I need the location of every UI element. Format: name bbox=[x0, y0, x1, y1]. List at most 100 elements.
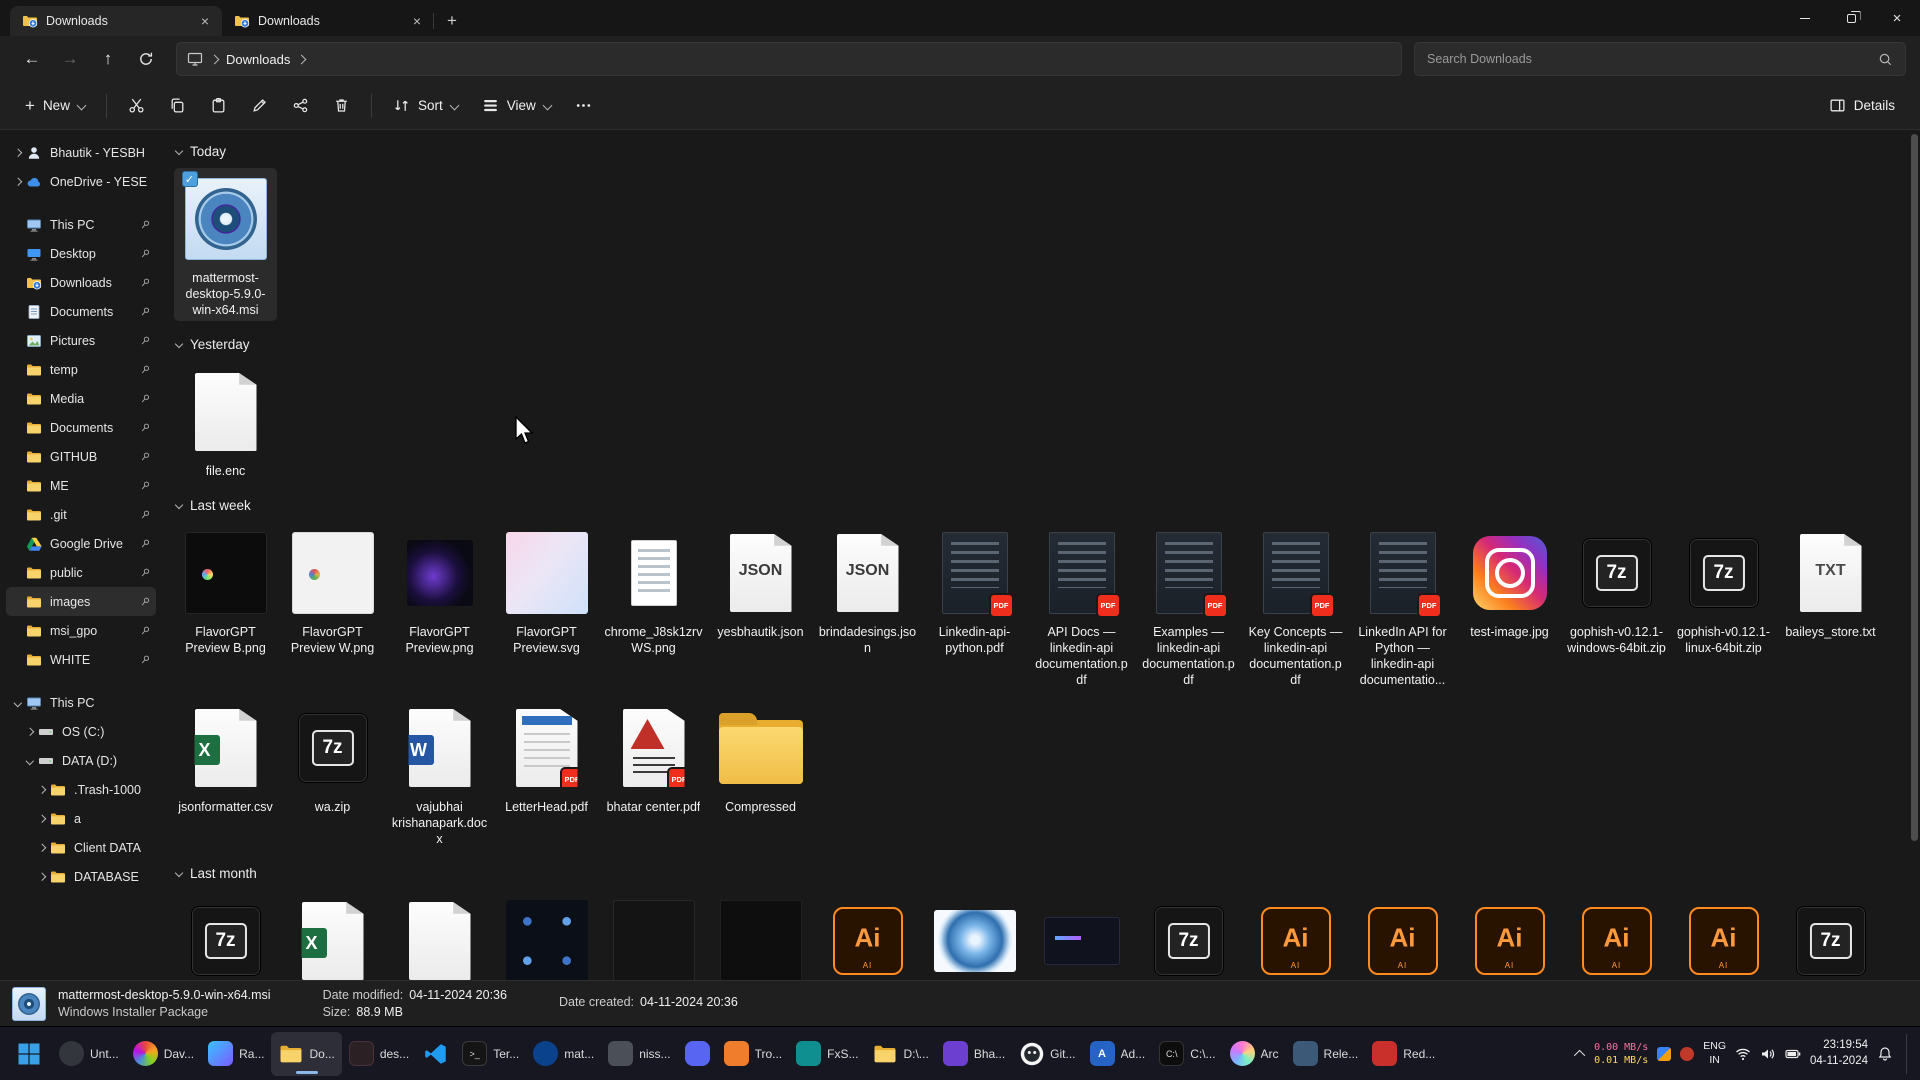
file-tile[interactable]: vajubhai krishanapark.docx bbox=[388, 697, 491, 850]
tab-close-icon[interactable]: × bbox=[408, 12, 426, 30]
pin-icon[interactable] bbox=[138, 596, 152, 607]
taskbar-app-terminal[interactable]: Ter... bbox=[455, 1032, 526, 1076]
file-tile[interactable]: wa.zip bbox=[281, 697, 384, 850]
file-tile[interactable]: brindadesings.json bbox=[816, 522, 919, 691]
chevron-right-icon[interactable] bbox=[10, 179, 25, 185]
new-button[interactable]: + New bbox=[14, 88, 96, 124]
file-tile[interactable]: BHAUTIK.png bbox=[1030, 890, 1133, 980]
view-button[interactable]: View bbox=[471, 88, 562, 124]
file-tile[interactable]: AdobeStock_594399656 [Converted].ai bbox=[816, 890, 919, 980]
sidebar-item-public[interactable]: public bbox=[6, 558, 156, 587]
paste-button[interactable] bbox=[199, 88, 238, 124]
chevron-down-icon[interactable] bbox=[10, 700, 25, 706]
sidebar-item-this-pc[interactable]: This PC bbox=[6, 688, 156, 717]
file-tile[interactable]: AdobeStock_594399656.ai bbox=[1672, 890, 1775, 980]
delete-button[interactable] bbox=[322, 88, 361, 124]
pin-icon[interactable] bbox=[138, 306, 152, 317]
scrollbar-thumb[interactable] bbox=[1911, 134, 1918, 841]
taskbar-app-github[interactable]: Git... bbox=[1012, 1032, 1082, 1076]
pin-icon[interactable] bbox=[138, 219, 152, 230]
sidebar-item-documents[interactable]: Documents bbox=[6, 297, 156, 326]
cut-button[interactable] bbox=[117, 88, 156, 124]
pin-icon[interactable] bbox=[138, 509, 152, 520]
sidebar-item-github[interactable]: GITHUB bbox=[6, 442, 156, 471]
pin-icon[interactable] bbox=[138, 538, 152, 549]
taskbar-app-fxs[interactable]: FxS... bbox=[789, 1032, 865, 1076]
scrollbar[interactable] bbox=[1911, 134, 1918, 976]
selection-checkbox[interactable]: ✓ bbox=[182, 171, 198, 187]
sidebar-item-downloads[interactable]: Downloads bbox=[6, 268, 156, 297]
file-tile[interactable]: DOCUMENT.zip bbox=[1779, 890, 1882, 980]
file-tile[interactable]: FlavorGPT Preview W.png bbox=[281, 522, 384, 691]
file-tile[interactable]: LetterHead.pdf bbox=[495, 697, 598, 850]
sidebar-item-me[interactable]: ME bbox=[6, 471, 156, 500]
file-tile[interactable]: chrome_J8sk1zrvWS.png bbox=[602, 522, 705, 691]
taskbar-app-obs[interactable]: Unt... bbox=[52, 1032, 126, 1076]
rename-button[interactable] bbox=[240, 88, 279, 124]
show-desktop-strip[interactable] bbox=[1906, 1034, 1910, 1074]
refresh-button[interactable] bbox=[128, 42, 164, 76]
chevron-right-icon[interactable] bbox=[22, 729, 37, 735]
file-tile[interactable]: Linkedin-api-python.pdf bbox=[923, 522, 1026, 691]
sidebar-item--trash-1000[interactable]: .Trash-1000 bbox=[6, 775, 156, 804]
sidebar-item--git[interactable]: .git bbox=[6, 500, 156, 529]
file-tile[interactable]: gophish-v0.12.1-linux-64bit.zip bbox=[1672, 522, 1775, 691]
taskbar-app-arc[interactable]: Arc bbox=[1223, 1032, 1286, 1076]
taskbar-app-resolve[interactable]: Dav... bbox=[126, 1032, 201, 1076]
tray-overflow-chevron-icon[interactable] bbox=[1574, 1049, 1585, 1060]
defender-shield-icon[interactable] bbox=[1657, 1047, 1671, 1061]
clock[interactable]: 23:19:54 04-11-2024 bbox=[1810, 1038, 1868, 1069]
copy-button[interactable] bbox=[158, 88, 197, 124]
sidebar-item-this-pc[interactable]: This PC bbox=[6, 210, 156, 239]
pin-icon[interactable] bbox=[138, 393, 152, 404]
group-header-yesterday[interactable]: Yesterday bbox=[176, 331, 1912, 357]
pin-icon[interactable] bbox=[138, 654, 152, 665]
group-header-last-month[interactable]: Last month bbox=[176, 860, 1912, 886]
file-tile[interactable]: FlavorGPT Preview.svg bbox=[495, 522, 598, 691]
sidebar-item-pictures[interactable]: Pictures bbox=[6, 326, 156, 355]
sidebar-item-media[interactable]: Media bbox=[6, 384, 156, 413]
pin-icon[interactable] bbox=[138, 451, 152, 462]
file-tile[interactable]: yesbhautik.json bbox=[709, 522, 812, 691]
taskbar-app-red[interactable]: Red... bbox=[1365, 1032, 1442, 1076]
sidebar-item-database[interactable]: DATABASE bbox=[6, 862, 156, 891]
close-button[interactable]: × bbox=[1874, 0, 1920, 36]
details-pane-button[interactable]: Details bbox=[1818, 88, 1906, 124]
network-speed-widget[interactable]: 0.00 MB/s 0.01 MB/s bbox=[1594, 1041, 1648, 1067]
file-tile[interactable]: AdobeStock_594399656 [Converted] copy.ai bbox=[1244, 890, 1347, 980]
start-button[interactable] bbox=[6, 1032, 52, 1076]
file-tile[interactable]: Group 37.png bbox=[495, 890, 598, 980]
sidebar-item-data-d-[interactable]: DATA (D:) bbox=[6, 746, 156, 775]
pin-icon[interactable] bbox=[138, 480, 152, 491]
window-tab[interactable]: Downloads× bbox=[10, 6, 222, 36]
chevron-right-icon[interactable] bbox=[34, 845, 49, 851]
sidebar-item-onedrive-yese[interactable]: OneDrive - YESE bbox=[6, 167, 156, 196]
file-tile[interactable]: AdobeStock_684401528.ai bbox=[1458, 890, 1561, 980]
chevron-right-icon[interactable] bbox=[10, 150, 25, 156]
battery-icon[interactable] bbox=[1785, 1046, 1801, 1062]
group-header-last-week[interactable]: Last week bbox=[176, 492, 1912, 518]
file-tile[interactable]: yashvidotdev_AssignmentRepo-main.zip bbox=[1137, 890, 1240, 980]
file-tile[interactable]: m2m377xc.png bbox=[923, 890, 1026, 980]
file-tile[interactable]: Rectangle 7.png bbox=[709, 890, 812, 980]
chevron-right-icon[interactable] bbox=[34, 816, 49, 822]
taskbar-app-mattermost[interactable]: mat... bbox=[526, 1032, 601, 1076]
address-bar[interactable]: Downloads bbox=[176, 42, 1402, 76]
notification-bell-icon[interactable] bbox=[1877, 1046, 1893, 1062]
pin-icon[interactable] bbox=[138, 335, 152, 346]
file-tile[interactable]: file.enc bbox=[174, 361, 277, 482]
pin-icon[interactable] bbox=[138, 364, 152, 375]
file-tile[interactable]: FlavorGPT Preview B.png bbox=[174, 522, 277, 691]
file-tile[interactable]: saveweb2zip-com-www-harness-io.zip bbox=[174, 890, 277, 980]
file-tile[interactable]: API Docs — linkedin-api documentation.pd… bbox=[1030, 522, 1133, 691]
file-tile[interactable]: LinkedIn API for Python — linkedin-api d… bbox=[1351, 522, 1454, 691]
taskbar-app-explorer[interactable]: Do... bbox=[271, 1032, 341, 1076]
up-button[interactable]: ↑ bbox=[90, 42, 126, 76]
sidebar-item-google-drive[interactable]: Google Drive bbox=[6, 529, 156, 558]
chevron-right-icon[interactable] bbox=[34, 874, 49, 880]
pin-icon[interactable] bbox=[138, 248, 152, 259]
taskbar-app-adobe[interactable]: Ad... bbox=[1083, 1032, 1153, 1076]
pin-icon[interactable] bbox=[138, 422, 152, 433]
file-tile[interactable]: jsonformatter.csv bbox=[174, 697, 277, 850]
restore-button[interactable] bbox=[1828, 0, 1874, 36]
